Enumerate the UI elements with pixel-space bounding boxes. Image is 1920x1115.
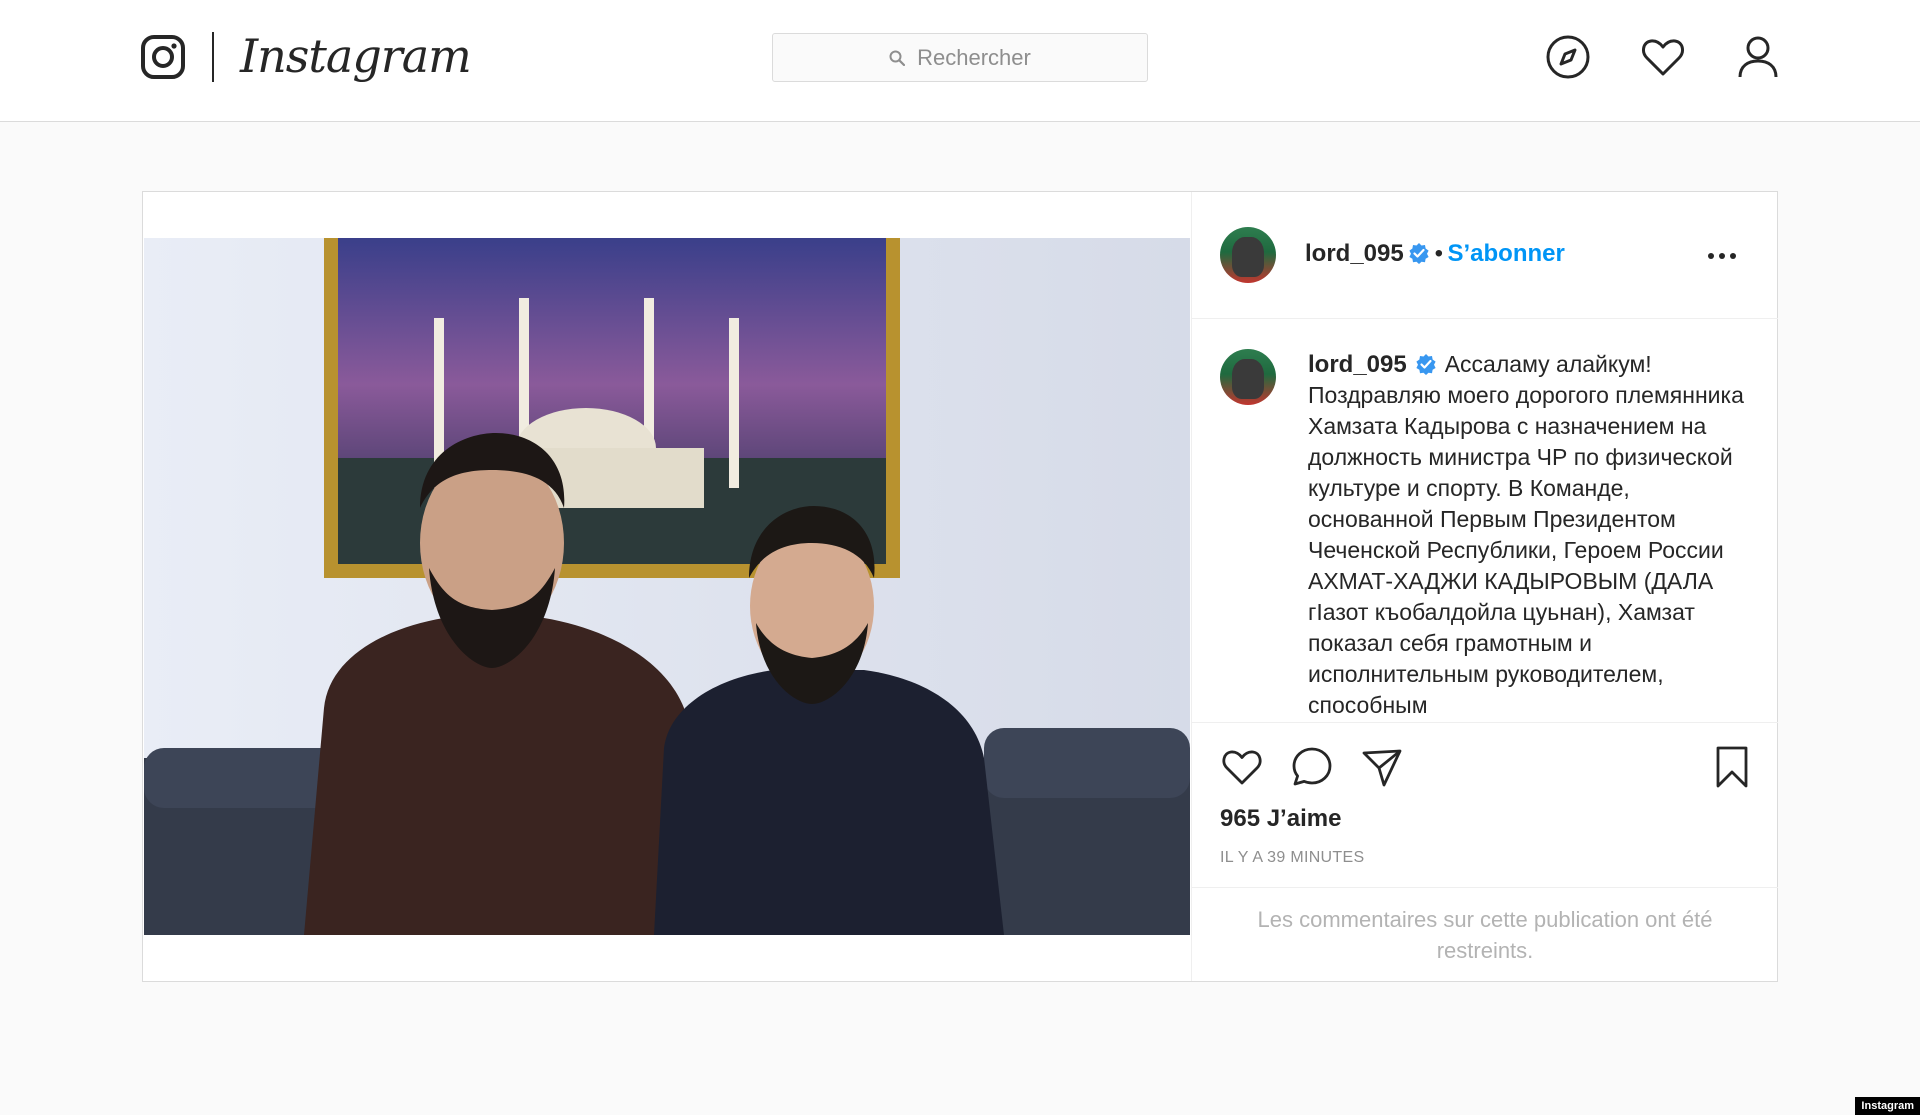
top-nav-bar: Instagram Rechercher xyxy=(0,0,1920,122)
instagram-glyph-icon[interactable] xyxy=(141,35,185,79)
post-author-row: lord_095 • S’abonner xyxy=(1305,240,1565,268)
post-side-panel: lord_095 • S’abonner lord_095 Ассаламу а… xyxy=(1191,192,1778,981)
caption-author-avatar[interactable] xyxy=(1220,349,1276,405)
post-photo[interactable] xyxy=(144,238,1190,935)
caption-scroll-area[interactable]: lord_095 Ассаламу алайкум! Поздравляю мо… xyxy=(1192,319,1778,721)
caption-username[interactable]: lord_095 xyxy=(1308,351,1407,378)
user-icon[interactable] xyxy=(1734,33,1782,81)
post-actions: 965 J’aime IL Y A 39 MINUTES xyxy=(1192,722,1778,893)
like-icon[interactable] xyxy=(1220,745,1264,789)
like-count[interactable]: 965 J’aime xyxy=(1220,805,1341,833)
caption-text: Ассаламу алайкум! Поздравляю моего дорог… xyxy=(1308,351,1744,718)
instagram-wordmark[interactable]: Instagram xyxy=(240,24,472,88)
author-username[interactable]: lord_095 xyxy=(1305,240,1404,267)
author-avatar[interactable] xyxy=(1220,227,1276,283)
comments-restricted-notice: Les commentaires sur cette publication o… xyxy=(1192,887,1778,981)
post-photo-image xyxy=(144,238,1190,935)
post-caption: lord_095 Ассаламу алайкум! Поздравляю мо… xyxy=(1308,349,1758,721)
instagram-watermark: Instagram xyxy=(1855,1097,1920,1115)
search-input[interactable]: Rechercher xyxy=(772,33,1148,82)
search-icon xyxy=(889,50,906,66)
post-timestamp[interactable]: IL Y A 39 MINUTES xyxy=(1220,849,1364,867)
verified-badge-icon xyxy=(1409,243,1429,264)
logo-divider xyxy=(212,32,214,82)
separator-dot: • xyxy=(1434,240,1444,267)
comment-icon[interactable] xyxy=(1290,745,1334,789)
comments-restricted-text: Les commentaires sur cette publication o… xyxy=(1257,906,1713,963)
post-header: lord_095 • S’abonner xyxy=(1192,192,1778,319)
bookmark-icon[interactable] xyxy=(1710,745,1754,789)
post-card: lord_095 • S’abonner lord_095 Ассаламу а… xyxy=(142,191,1778,982)
more-options-icon[interactable] xyxy=(1706,250,1738,262)
search-placeholder: Rechercher xyxy=(917,44,1031,70)
heart-icon[interactable] xyxy=(1639,33,1687,81)
follow-button[interactable]: S’abonner xyxy=(1447,240,1564,267)
verified-badge-icon xyxy=(1416,354,1436,375)
share-icon[interactable] xyxy=(1360,745,1404,789)
compass-icon[interactable] xyxy=(1544,33,1592,81)
